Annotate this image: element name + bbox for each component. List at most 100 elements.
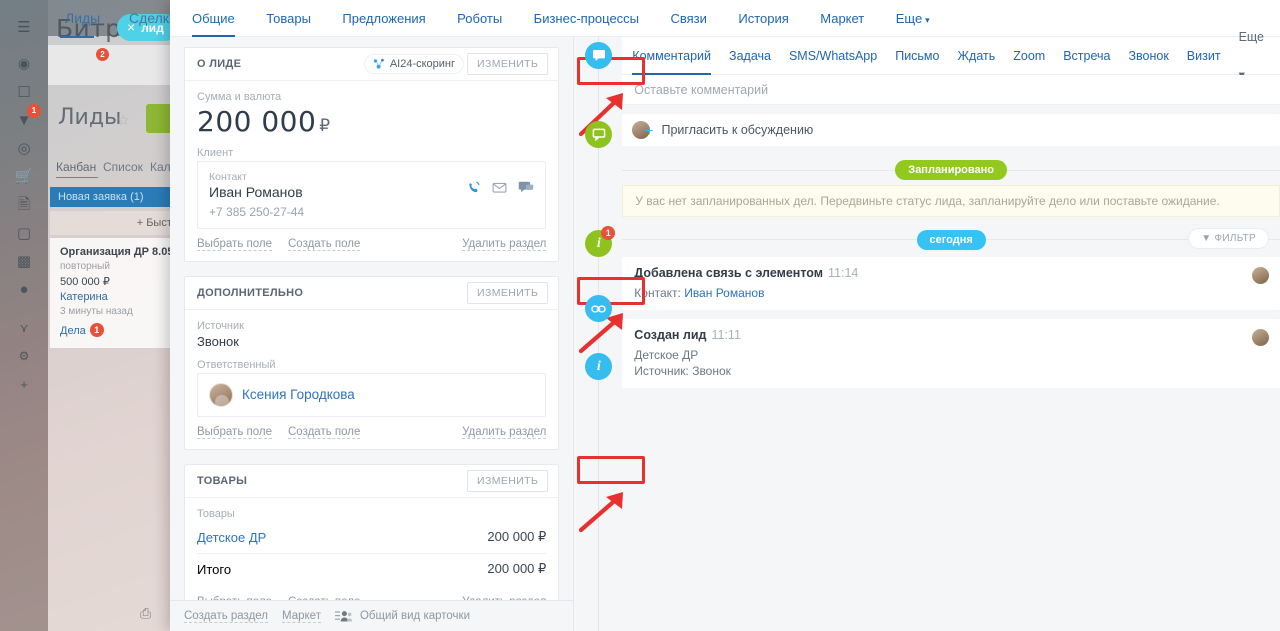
tl-tab-pismo[interactable]: Письмо (895, 37, 939, 75)
section-lead-select-field[interactable]: Выбрать поле (197, 238, 272, 251)
star-icon[interactable]: ☆ (117, 112, 130, 129)
entry-line2: Источник: Звонок (634, 364, 731, 378)
section-lead-edit-button[interactable]: изменить (467, 53, 549, 75)
comment-input[interactable]: Оставьте комментарий (622, 75, 1280, 105)
source-value: Звонок (197, 334, 239, 349)
email-icon[interactable] (492, 180, 507, 195)
background-page-title: Лиды (58, 105, 122, 130)
tl-tab-zoom[interactable]: Zoom (1013, 37, 1045, 75)
timeline-entry[interactable]: Добавлена связь с элементом 11:14 Контакт… (622, 257, 1280, 310)
card-view-button[interactable]: Общий вид карточки (360, 610, 470, 622)
entry-time: 11:11 (711, 328, 741, 342)
background-view-kanban[interactable]: Канбан (56, 160, 96, 174)
more-apps-icon[interactable]: ● (0, 282, 48, 297)
background-view-calendar[interactable]: Кал (150, 160, 171, 174)
section-extra-create-field[interactable]: Создать поле (288, 426, 361, 439)
today-chip: сегодня (916, 230, 986, 250)
network-icon[interactable]: ◉ (0, 56, 48, 70)
timeline-entry[interactable]: Создан лид 11:11 Детское ДР Источник: Зво… (622, 319, 1280, 388)
tab-market[interactable]: Маркет (820, 0, 864, 37)
product-total-row: Итого 200 000 ₽ (197, 554, 546, 585)
target-icon[interactable]: ◎ (0, 141, 48, 156)
contact-card[interactable]: Контакт Иван Романов +7 385 250-27-44 (197, 161, 547, 229)
tasks-icon[interactable]: ☐ (0, 85, 48, 100)
background-kanban-card[interactable]: Организация ДР 8.05 повторный 500 000 ₽ … (50, 238, 186, 348)
plus-icon[interactable]: + (645, 122, 653, 138)
drive-icon[interactable]: ▩ (0, 254, 48, 269)
add-icon[interactable]: + (0, 378, 48, 391)
tl-tab-sms-whatsapp[interactable]: SMS/WhatsApp (789, 37, 877, 75)
kanban-card-deals[interactable]: Дела (60, 325, 86, 337)
tab-obshchie[interactable]: Общие (192, 0, 235, 37)
sitemap-icon[interactable]: ⋎ (0, 322, 48, 334)
tab-svyazi[interactable]: Связи (670, 0, 706, 37)
tab-tovary[interactable]: Товары (266, 0, 311, 37)
ai-scoring-icon (373, 58, 384, 69)
tab-roboty[interactable]: Роботы (457, 0, 502, 37)
tl-tab-more-label: Еще (1238, 29, 1264, 44)
create-section-button[interactable]: Создать раздел (184, 610, 269, 623)
responsible-card[interactable]: Ксения Городкова (197, 373, 547, 417)
contact-phone[interactable]: +7 385 250-27-44 (209, 205, 466, 219)
amount-value: 200 000 (197, 105, 317, 138)
section-lead-body: Сумма и валюта 200 000 ₽ Клиент Контакт И… (185, 81, 558, 229)
hamburger-menu-icon[interactable]: ☰ (0, 20, 48, 35)
tl-tab-vizit[interactable]: Визит (1187, 37, 1221, 75)
comment-input-row: Оставьте комментарий (622, 75, 1280, 105)
section-extra-title: ДОПОЛНИТЕЛЬНО (197, 287, 304, 299)
section-lead: О ЛИДЕ AI24-скоринг изменить (184, 47, 560, 262)
tab-biznes-protsessy[interactable]: Бизнес-процессы (534, 0, 639, 37)
link-icon (591, 304, 607, 313)
section-extra-select-field[interactable]: Выбрать поле (197, 426, 272, 439)
section-products-edit-button[interactable]: изменить (467, 470, 549, 492)
background-tab-leads[interactable]: Лиды (65, 10, 100, 26)
section-extra-delete[interactable]: Удалить раздел (462, 426, 547, 439)
background-quick-add[interactable]: + Быстр (50, 211, 186, 235)
robot-icon[interactable]: ▢ (0, 226, 48, 241)
kanban-card-person[interactable]: Катерина (60, 291, 186, 303)
timeline-node-invite (585, 121, 613, 148)
cart-icon[interactable]: 🛒 (0, 169, 48, 184)
tl-tab-zadacha[interactable]: Задача (729, 37, 771, 75)
entry-title-row: Добавлена связь с элементом 11:14 (634, 266, 1268, 280)
invite-discussion[interactable]: + Пригласить к обсуждению (622, 114, 1280, 146)
tl-tab-vstrecha[interactable]: Встреча (1063, 37, 1110, 75)
responsible-label: Ответственный (197, 359, 276, 371)
tl-tab-zhdat[interactable]: Ждать (957, 37, 995, 75)
timeline-node-notice: i 1 (585, 226, 616, 257)
print-icon[interactable]: ⎙ (140, 605, 151, 622)
background-view-list[interactable]: Список (103, 160, 143, 174)
section-products-title: ТОВАРЫ (197, 475, 248, 487)
product-amount: 200 000 ₽ (487, 529, 547, 544)
entry-contact-link[interactable]: Иван Романов (684, 286, 764, 300)
section-extra-edit-button[interactable]: изменить (467, 282, 549, 304)
tl-tab-kommentariy[interactable]: Комментарий (632, 37, 711, 75)
section-lead-title: О ЛИДЕ (197, 58, 242, 70)
chat-icon[interactable] (518, 180, 534, 195)
amount-label: Сумма и валюта (197, 91, 282, 103)
planned-divider: Запланировано (622, 157, 1280, 183)
section-lead-create-field[interactable]: Создать поле (288, 238, 361, 251)
market-button[interactable]: Маркет (282, 610, 321, 623)
timeline-column: Комментарий Задача SMS/WhatsApp Письмо Ж… (574, 30, 1280, 631)
phone-icon[interactable] (466, 180, 481, 195)
section-lead-delete[interactable]: Удалить раздел (462, 238, 547, 251)
filter-label: ФИЛЬТР (1214, 233, 1256, 244)
tab-more-label: Еще (895, 11, 923, 26)
responsible-name[interactable]: Ксения Городкова (242, 383, 355, 407)
contact-name[interactable]: Иван Романов (209, 184, 466, 200)
avatar (1252, 267, 1269, 284)
filter-button[interactable]: ▼ ФИЛЬТР (1189, 229, 1268, 248)
tab-istoriya[interactable]: История (738, 0, 788, 37)
product-row[interactable]: Детское ДР 200 000 ₽ (197, 522, 546, 553)
tl-tab-zvonok[interactable]: Звонок (1128, 37, 1168, 75)
tab-more[interactable]: Еще ▾ (896, 0, 930, 39)
section-lead-footer: Выбрать поле Создать поле Удалить раздел (185, 229, 558, 261)
contacts-icon[interactable]: 🖹 (0, 197, 48, 212)
filter-icon: ▼ (1201, 233, 1212, 244)
ai-scoring-chip[interactable]: AI24-скоринг (364, 55, 464, 73)
tab-predlozheniya[interactable]: Предложения (342, 0, 425, 37)
background-stage-header[interactable]: Новая заявка (1) (50, 187, 186, 207)
crm-filter-icon[interactable]: ▼ (0, 113, 48, 128)
gear-icon[interactable]: ⚙ (0, 350, 48, 362)
